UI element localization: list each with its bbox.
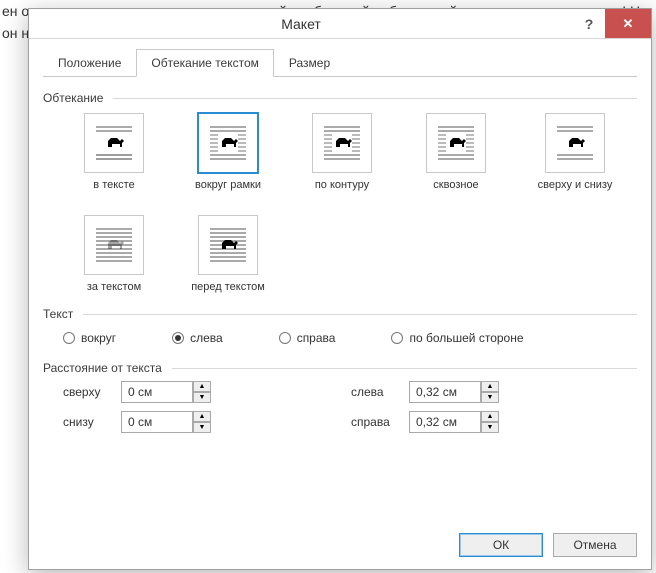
wrap-option-front[interactable]: перед текстом xyxy=(183,215,273,293)
dialog-title: Макет xyxy=(29,9,573,38)
wrap-tight-icon xyxy=(312,113,372,173)
distance-left-label: слева xyxy=(351,385,403,399)
wrap-option-label: за текстом xyxy=(69,281,159,293)
wrap-option-topbottom[interactable]: сверху и снизу xyxy=(525,113,625,191)
wrapping-options-grid: в тексте вокруг рамки по контуру сквозное св… xyxy=(43,105,637,293)
distance-left-down[interactable]: ▼ xyxy=(481,392,499,403)
distance-top-label: сверху xyxy=(63,385,115,399)
text-side-right[interactable]: справа xyxy=(279,331,336,345)
wrap-option-square[interactable]: вокруг рамки xyxy=(183,113,273,191)
distance-left-input[interactable] xyxy=(409,381,481,403)
radio-icon xyxy=(279,332,291,344)
distance-bottom-input[interactable] xyxy=(121,411,193,433)
wrap-square-icon xyxy=(198,113,258,173)
text-side-largest[interactable]: по большей стороне xyxy=(391,331,523,345)
distance-top-down[interactable]: ▼ xyxy=(193,392,211,403)
tab-wrapping[interactable]: Обтекание текстом xyxy=(136,49,273,77)
wrap-inline-icon xyxy=(84,113,144,173)
radio-label: слева xyxy=(190,331,223,345)
group-distance-header: Расстояние от текста xyxy=(43,361,637,375)
wrap-option-behind[interactable]: за текстом xyxy=(69,215,159,293)
radio-icon xyxy=(391,332,403,344)
wrap-behind-icon xyxy=(84,215,144,275)
distance-right-up[interactable]: ▲ xyxy=(481,411,499,422)
wrap-option-label: сверху и снизу xyxy=(525,179,625,191)
distance-right-input[interactable] xyxy=(409,411,481,433)
wrap-option-label: перед текстом xyxy=(183,281,273,293)
distance-bottom-label: снизу xyxy=(63,415,115,429)
distance-bottom-up[interactable]: ▲ xyxy=(193,411,211,422)
wrap-option-label: по контуру xyxy=(297,179,387,191)
wrap-through-icon xyxy=(426,113,486,173)
wrap-option-tight[interactable]: по контуру xyxy=(297,113,387,191)
dialog-footer: ОК Отмена xyxy=(459,533,637,557)
radio-icon xyxy=(63,332,75,344)
wrap-option-label: сквозное xyxy=(411,179,501,191)
wrap-option-through[interactable]: сквозное xyxy=(411,113,501,191)
text-side-both[interactable]: вокруг xyxy=(63,331,116,345)
wrap-option-inline[interactable]: в тексте xyxy=(69,113,159,191)
ok-button[interactable]: ОК xyxy=(459,533,543,557)
distance-left-up[interactable]: ▲ xyxy=(481,381,499,392)
titlebar: Макет ? ✕ xyxy=(29,9,651,39)
radio-label: по большей стороне xyxy=(409,331,523,345)
text-side-radios: вокруг слева справа по большей стороне xyxy=(43,321,637,347)
radio-label: вокруг xyxy=(81,331,116,345)
help-button[interactable]: ? xyxy=(573,9,605,38)
wrap-front-icon xyxy=(198,215,258,275)
distance-right-down[interactable]: ▼ xyxy=(481,422,499,433)
group-wrapping-header: Обтекание xyxy=(43,91,637,105)
wrap-topbottom-icon xyxy=(545,113,605,173)
distance-grid: сверху ▲▼ снизу ▲▼ слева ▲▼ справа ▲▼ xyxy=(43,375,637,433)
tab-strip: ПоложениеОбтекание текстомРазмер xyxy=(43,49,637,77)
cancel-button[interactable]: Отмена xyxy=(553,533,637,557)
layout-dialog: Макет ? ✕ ПоложениеОбтекание текстомРазм… xyxy=(28,8,652,570)
radio-label: справа xyxy=(297,331,336,345)
wrap-option-label: в тексте xyxy=(69,179,159,191)
distance-right-label: справа xyxy=(351,415,403,429)
distance-top-up[interactable]: ▲ xyxy=(193,381,211,392)
distance-bottom-down[interactable]: ▼ xyxy=(193,422,211,433)
distance-top-input[interactable] xyxy=(121,381,193,403)
wrap-option-label: вокруг рамки xyxy=(183,179,273,191)
tab-position[interactable]: Положение xyxy=(43,49,136,77)
tab-size[interactable]: Размер xyxy=(274,49,345,77)
text-side-left[interactable]: слева xyxy=(172,331,223,345)
radio-icon xyxy=(172,332,184,344)
group-text-header: Текст xyxy=(43,307,637,321)
close-button[interactable]: ✕ xyxy=(605,9,651,38)
